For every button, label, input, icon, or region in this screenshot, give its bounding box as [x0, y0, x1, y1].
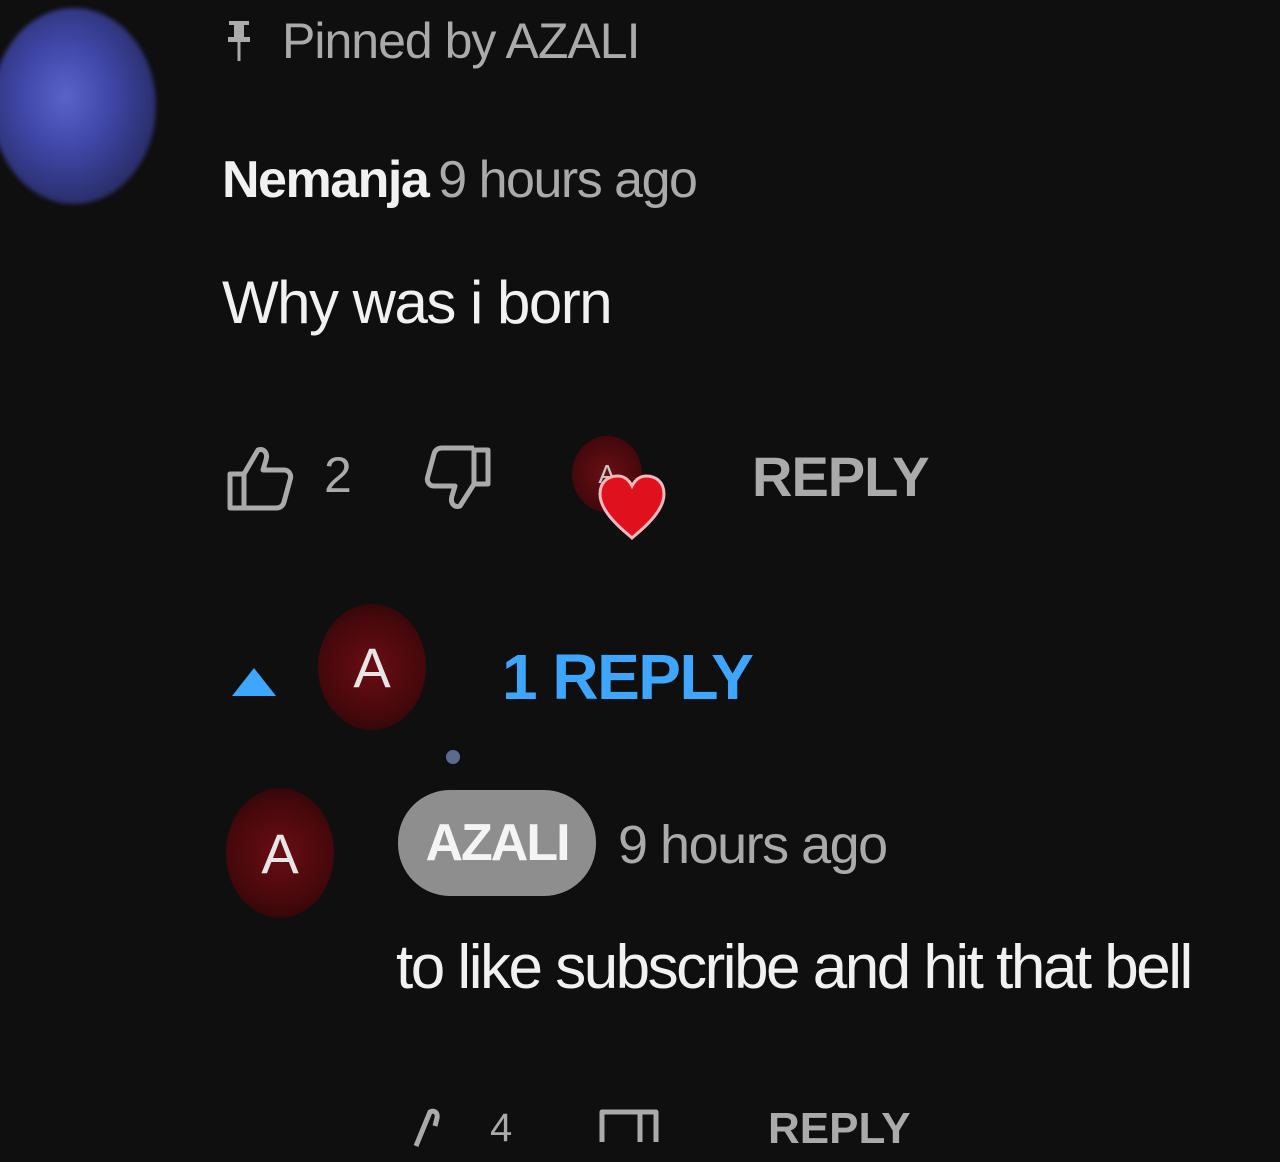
- caret-up-icon[interactable]: [228, 664, 280, 700]
- reply-timestamp[interactable]: 9 hours ago: [618, 814, 888, 876]
- heart-icon: [598, 474, 666, 541]
- like-count: 2: [324, 447, 352, 503]
- reply-like-icon[interactable]: [410, 1102, 460, 1152]
- reply-button[interactable]: REPLY: [752, 444, 930, 509]
- reply-reply-button[interactable]: REPLY: [768, 1104, 911, 1154]
- reply-author-avatar[interactable]: A: [226, 788, 334, 918]
- reply-dislike-icon[interactable]: [596, 1102, 662, 1162]
- pinned-text: Pinned by AZALI: [282, 13, 640, 69]
- loading-dot: [446, 750, 460, 764]
- comment-text: Why was i born: [222, 269, 613, 336]
- commenter-avatar[interactable]: [0, 8, 156, 204]
- comment-header: Nemanja 9 hours ago: [222, 150, 698, 210]
- creator-heart-badge: A: [572, 432, 672, 552]
- comment-author[interactable]: Nemanja: [222, 151, 430, 209]
- reply-author-badge[interactable]: AZALI: [398, 790, 596, 896]
- replies-toggle-button[interactable]: 1 REPLY: [502, 640, 754, 714]
- comment-timestamp[interactable]: 9 hours ago: [438, 151, 698, 209]
- like-icon[interactable]: [226, 444, 294, 512]
- reply-text: to like subscribe and hit that bell: [396, 933, 1193, 1002]
- reply-like-count: 4: [490, 1106, 513, 1150]
- pinned-label: Pinned by AZALI: [226, 12, 640, 70]
- replies-avatar: A: [318, 604, 426, 730]
- pin-icon: [228, 21, 250, 61]
- dislike-icon[interactable]: [424, 444, 492, 512]
